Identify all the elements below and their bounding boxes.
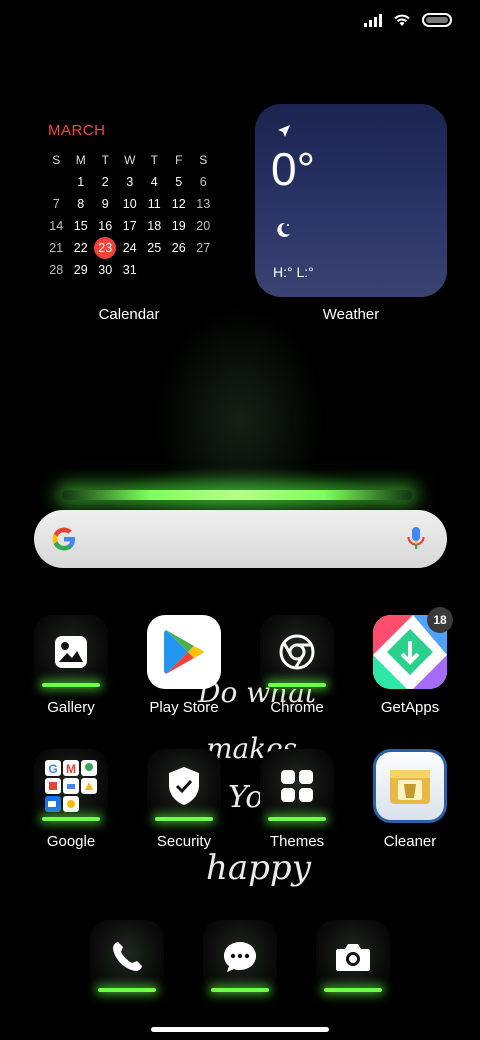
calendar-day bbox=[44, 173, 69, 191]
dock-messages[interactable] bbox=[203, 920, 277, 994]
home-indicator[interactable] bbox=[151, 1027, 329, 1032]
calendar-widget[interactable]: MARCH S M T W T F S 1 2 3 4 5 6 7 8 9 10 11 12 13 14 15 16 17 18… bbox=[44, 122, 216, 279]
calendar-day: 31 bbox=[122, 263, 137, 277]
getapps-icon: 18 bbox=[373, 607, 453, 689]
calendar-label: Calendar bbox=[98, 306, 160, 323]
app-chrome[interactable]: Chrome bbox=[242, 615, 352, 716]
calendar-day: 27 bbox=[196, 241, 211, 255]
app-label: Play Store bbox=[149, 699, 219, 716]
calendar-weekday: S bbox=[52, 153, 61, 167]
calendar-day: 9 bbox=[101, 197, 109, 211]
calendar-day: 22 bbox=[73, 241, 88, 255]
svg-text:M: M bbox=[66, 762, 76, 776]
calendar-weekday: S bbox=[199, 153, 208, 167]
weather-temperature: 0° bbox=[271, 143, 315, 195]
calendar-day: 29 bbox=[73, 263, 88, 277]
status-bar bbox=[364, 12, 452, 28]
calendar-day: 4 bbox=[150, 175, 158, 189]
notification-badge: 18 bbox=[427, 607, 453, 633]
calendar-grid: S M T W T F S 1 2 3 4 5 6 7 8 9 10 11 12 13 14 15 16 17 18 19 20 21… bbox=[44, 151, 216, 279]
svg-text:G: G bbox=[48, 762, 57, 776]
app-label: Themes bbox=[269, 833, 325, 850]
calendar-day: 3 bbox=[126, 175, 134, 189]
calendar-day: 18 bbox=[147, 219, 162, 233]
weather-label: Weather bbox=[322, 306, 380, 323]
app-google-folder[interactable]: G M Google bbox=[16, 749, 126, 850]
google-folder-icon: G M bbox=[34, 749, 108, 823]
security-icon bbox=[147, 749, 221, 823]
calendar-day: 10 bbox=[122, 197, 137, 211]
camera-icon bbox=[316, 920, 390, 994]
play-store-icon bbox=[147, 615, 221, 689]
calendar-day: 21 bbox=[49, 241, 64, 255]
calendar-day: 15 bbox=[73, 219, 88, 233]
calendar-day bbox=[167, 261, 192, 279]
calendar-day: 2 bbox=[101, 175, 109, 189]
google-search-bar[interactable] bbox=[34, 510, 447, 568]
microphone-icon[interactable] bbox=[405, 525, 427, 553]
wifi-icon bbox=[394, 14, 410, 26]
cleaner-icon bbox=[373, 749, 447, 823]
calendar-weekday: W bbox=[124, 153, 136, 167]
app-security[interactable]: Security bbox=[129, 749, 239, 850]
calendar-month: MARCH bbox=[48, 122, 106, 139]
wallpaper-glow-bar bbox=[62, 490, 412, 500]
wallpaper-text-4: happy bbox=[206, 848, 311, 888]
app-gallery[interactable]: Gallery bbox=[16, 615, 126, 716]
calendar-day: 1 bbox=[77, 175, 85, 189]
app-label: GetApps bbox=[380, 699, 440, 716]
calendar-day-today: 23 bbox=[93, 237, 118, 259]
phone-icon bbox=[90, 920, 164, 994]
calendar-day: 8 bbox=[77, 197, 85, 211]
google-logo bbox=[52, 527, 75, 551]
calendar-day: 25 bbox=[147, 241, 162, 255]
themes-icon bbox=[260, 749, 334, 823]
app-label: Gallery bbox=[47, 699, 95, 716]
app-getapps[interactable]: 18 GetApps bbox=[355, 607, 465, 716]
calendar-day: 5 bbox=[175, 175, 183, 189]
calendar-day: 24 bbox=[122, 241, 137, 255]
calendar-day: 30 bbox=[98, 263, 113, 277]
calendar-weekday: M bbox=[75, 153, 86, 167]
app-label: Cleaner bbox=[383, 833, 437, 850]
weather-high-low: H:° L:° bbox=[273, 264, 314, 280]
dock-camera[interactable] bbox=[316, 920, 390, 994]
moon-icon bbox=[277, 222, 290, 237]
app-cleaner[interactable]: Cleaner bbox=[355, 749, 465, 850]
messages-icon bbox=[203, 920, 277, 994]
calendar-day: 13 bbox=[196, 197, 211, 211]
calendar-day: 17 bbox=[122, 219, 137, 233]
location-arrow-icon bbox=[278, 125, 290, 137]
calendar-day: 26 bbox=[171, 241, 186, 255]
today-highlight: 23 bbox=[94, 237, 117, 259]
signal-icon bbox=[364, 13, 382, 27]
chrome-icon bbox=[260, 615, 334, 689]
calendar-day: 19 bbox=[171, 219, 186, 233]
app-label: Google bbox=[46, 833, 96, 850]
app-themes[interactable]: Themes bbox=[242, 749, 352, 850]
calendar-day: 28 bbox=[49, 263, 64, 277]
calendar-weekday: T bbox=[101, 153, 109, 167]
weather-widget[interactable]: 0° H:° L:° bbox=[255, 104, 447, 297]
calendar-weekday: F bbox=[175, 153, 183, 167]
calendar-day: 20 bbox=[196, 219, 211, 233]
gallery-icon bbox=[34, 615, 108, 689]
dock-phone[interactable] bbox=[90, 920, 164, 994]
calendar-day: 12 bbox=[171, 197, 186, 211]
calendar-day: 14 bbox=[49, 219, 64, 233]
calendar-day: 6 bbox=[199, 175, 207, 189]
battery-icon bbox=[422, 13, 452, 27]
calendar-day: 7 bbox=[52, 197, 60, 211]
calendar-day bbox=[191, 261, 216, 279]
app-label: Security bbox=[156, 833, 212, 850]
calendar-day: 16 bbox=[98, 219, 113, 233]
app-play-store[interactable]: Play Store bbox=[129, 615, 239, 716]
calendar-day bbox=[142, 261, 167, 279]
calendar-weekday: T bbox=[150, 153, 158, 167]
calendar-day: 11 bbox=[147, 197, 161, 211]
app-label: Chrome bbox=[270, 699, 324, 716]
